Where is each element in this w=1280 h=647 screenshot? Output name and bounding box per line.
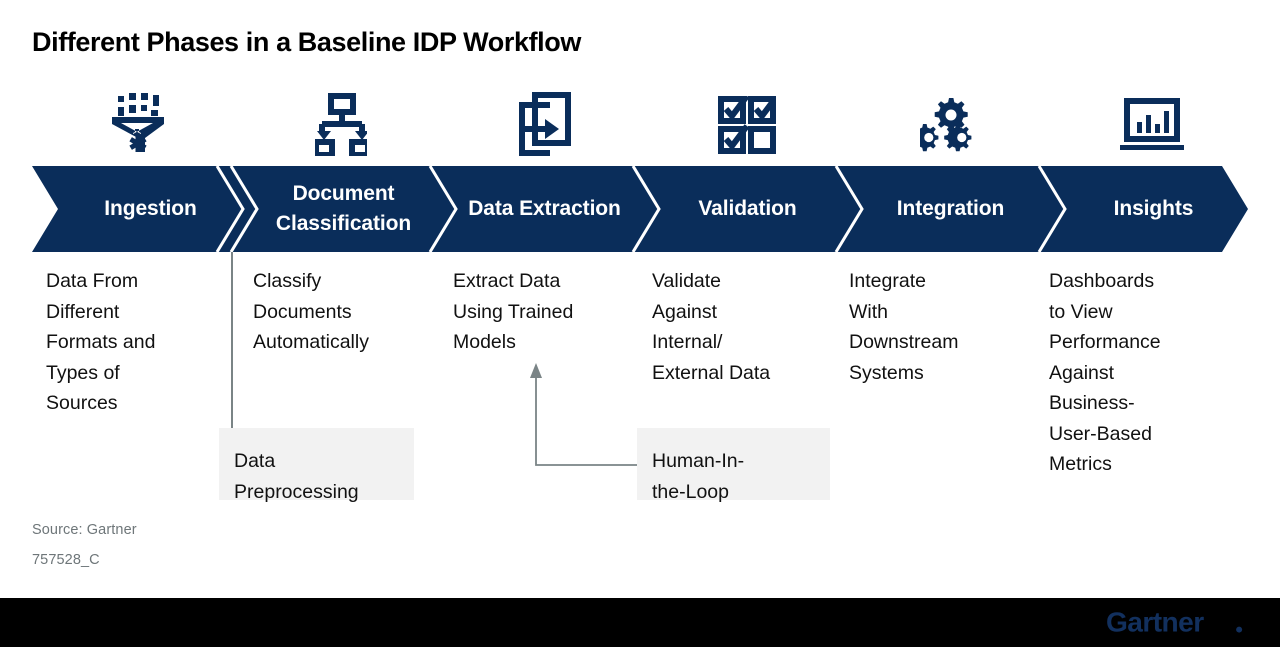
page-title: Different Phases in a Baseline IDP Workf… (32, 27, 581, 57)
laptop-bar-chart-icon (1120, 98, 1184, 150)
phase-description-data-extraction: Extract Data Using Trained Models (453, 270, 574, 353)
connector-arrow-human-in-the-loop (530, 363, 641, 466)
callout-data-preprocessing: Data Preprocessing (219, 428, 414, 503)
phase-description-insights: Dashboards to View Performance Against B… (1049, 270, 1161, 475)
phase-description-validation: Validate Against Internal/ External Data (652, 270, 771, 384)
gartner-logo-text: Gartner (1106, 607, 1204, 637)
phase-description-document-classification: Classify Documents Automatically (253, 270, 369, 353)
connector-line-preprocessing (231, 252, 233, 428)
phase-icon-ingestion (38, 92, 238, 156)
phase-chevron-band: Ingestion Document Classification Data E… (32, 166, 1248, 252)
hierarchy-classification-icon (315, 93, 367, 156)
checkbox-grid-icon (718, 96, 776, 154)
registered-mark-icon (1236, 626, 1243, 633)
phase-icon-insights (1052, 92, 1252, 156)
gears-icon (920, 98, 972, 152)
phase-description-ingestion: Data From Different Formats and Types of… (46, 270, 156, 414)
chevron-band-shapes (32, 166, 1248, 252)
phase-description-integration: Integrate With Downstream Systems (849, 270, 959, 384)
document-export-arrow-icon (519, 92, 571, 156)
gartner-logo: Gartner (1106, 607, 1243, 637)
phase-icon-data-extraction (444, 92, 644, 156)
document-code: 757528_C (32, 552, 100, 568)
phase-icon-row (32, 92, 1248, 160)
callout-human-in-the-loop: Human-In- the-Loop (637, 428, 830, 503)
phase-icon-integration (850, 92, 1050, 156)
phase-icon-document-classification (241, 92, 441, 156)
phase-icon-validation (647, 92, 847, 156)
funnel-data-filter-icon (112, 93, 164, 152)
footer-bar (0, 598, 1280, 647)
source-note: Source: Gartner (32, 522, 137, 538)
